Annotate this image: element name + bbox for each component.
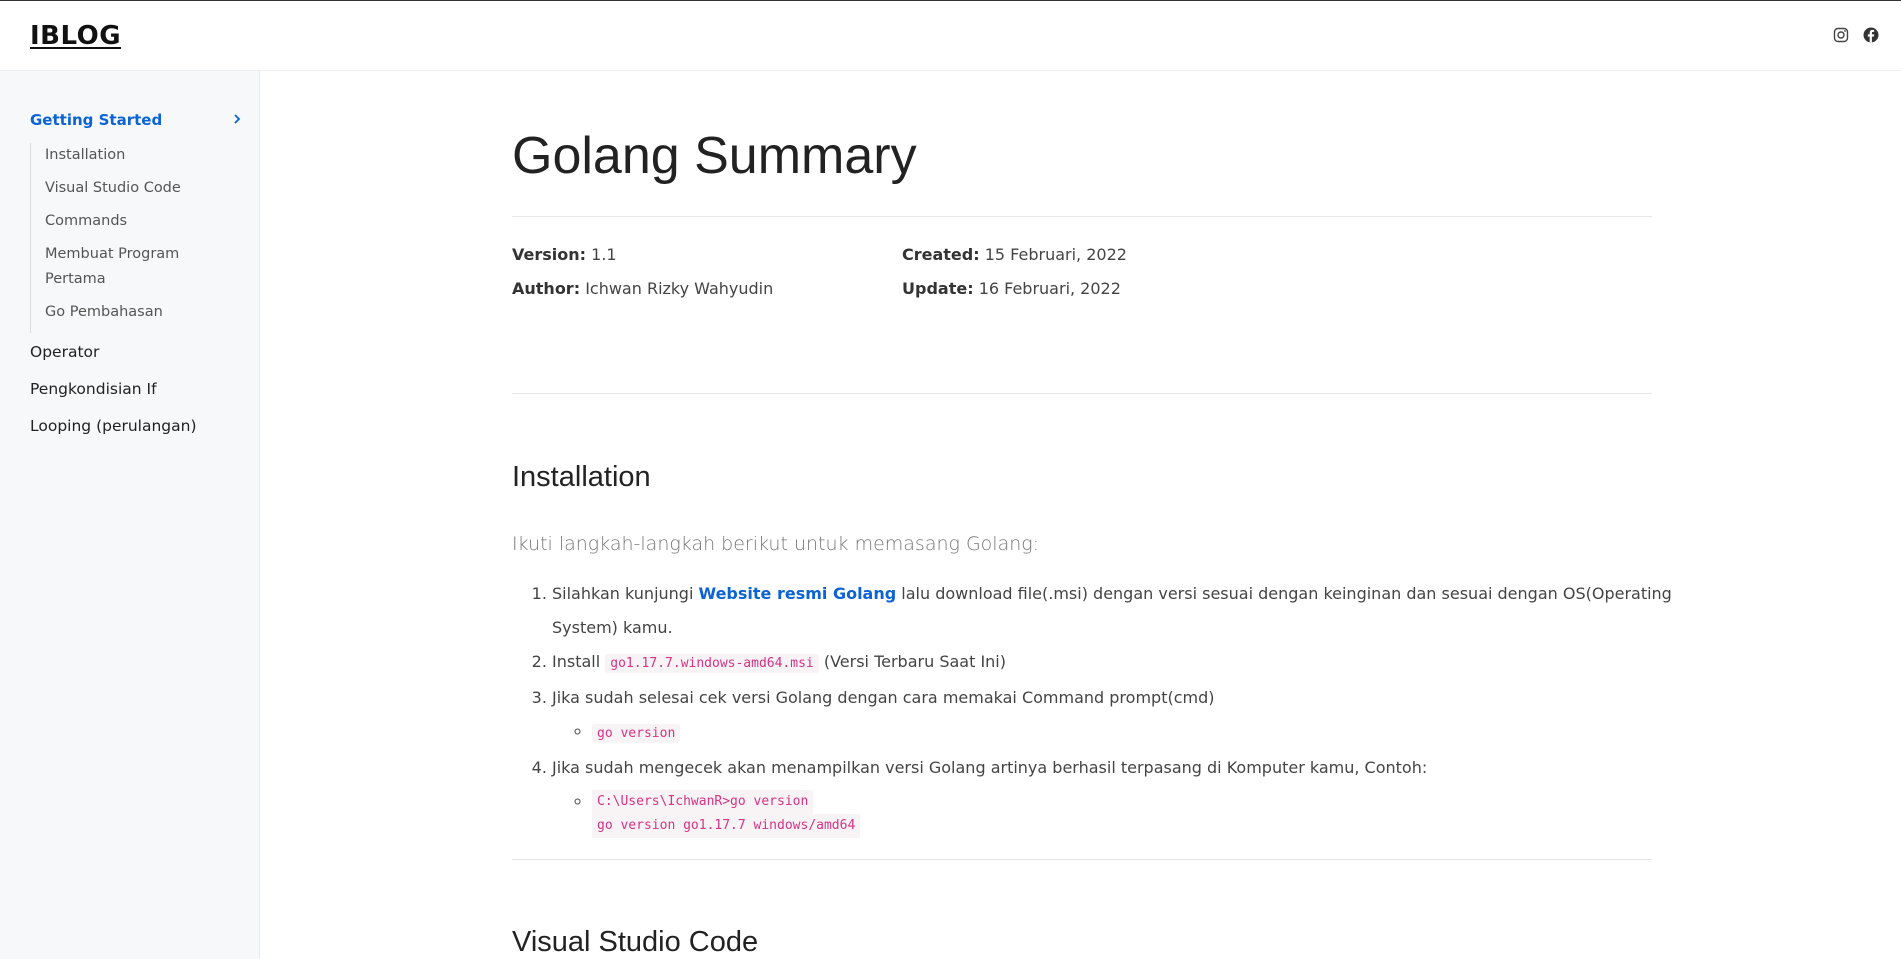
sidebar-group-label: Getting Started [30, 111, 163, 129]
meta-created-value: 15 Februari, 2022 [984, 245, 1127, 264]
meta-created-label: Created: [902, 245, 980, 264]
step-text: Install [552, 652, 606, 671]
meta-update-label: Update: [902, 279, 974, 298]
sidebar-item-installation[interactable]: Installation [45, 143, 230, 168]
sidebar-item-commands[interactable]: Commands [45, 209, 230, 234]
section-heading-visual-studio-code: Visual Studio Code [512, 926, 759, 958]
sub-list: go version [552, 715, 1672, 751]
meta-version-label: Version: [512, 245, 587, 264]
chevron-right-icon [232, 111, 242, 129]
sidebar-group-getting-started[interactable]: Getting Started [30, 111, 242, 129]
sidebar: Getting Started Installation Visual Stud… [0, 71, 260, 959]
inline-code: go1.17.7.windows-amd64.msi [605, 654, 819, 673]
list-item: Install go1.17.7.windows-amd64.msi (Vers… [552, 645, 1672, 681]
code-line: go version go1.17.7 windows/amd64 [592, 814, 861, 838]
top-bar: IBLOG [0, 1, 1901, 71]
sidebar-item-visual-studio-code[interactable]: Visual Studio Code [45, 176, 230, 201]
meta-update-value: 16 Februari, 2022 [978, 279, 1121, 298]
meta-author-value: Ichwan Rizky Wahyudin [585, 279, 774, 298]
installation-steps: Silahkan kunjungi Website resmi Golang l… [512, 577, 1672, 838]
meta-author: Author: Ichwan Rizky Wahyudin [512, 279, 773, 298]
sidebar-item-go-pembahasan[interactable]: Go Pembahasan [45, 300, 230, 325]
section-heading-installation: Installation [512, 461, 651, 493]
meta-author-label: Author: [512, 279, 581, 298]
step-text: (Versi Terbaru Saat Ini) [818, 652, 1006, 671]
list-item: Silahkan kunjungi Website resmi Golang l… [552, 577, 1672, 645]
list-item: Jika sudah selesai cek versi Golang deng… [552, 681, 1672, 751]
code-example: C:\Users\IchwanR>go version go version g… [592, 785, 861, 838]
step-text: Silahkan kunjungi [552, 584, 699, 603]
step-text: Jika sudah mengecek akan menampilkan ver… [552, 758, 1428, 777]
instagram-icon[interactable] [1833, 27, 1849, 43]
meta-update: Update: 16 Februari, 2022 [902, 279, 1121, 298]
step-text: Jika sudah selesai cek versi Golang deng… [552, 688, 1215, 707]
divider [512, 393, 1652, 394]
divider [512, 859, 1652, 860]
section-lead: Ikuti langkah-langkah berikut untuk mema… [512, 533, 1040, 555]
page-title: Golang Summary [512, 127, 917, 185]
sidebar-item-pengkondisian-if[interactable]: Pengkondisian If [30, 380, 157, 398]
list-item: Jika sudah mengecek akan menampilkan ver… [552, 751, 1672, 838]
sidebar-item-looping[interactable]: Looping (perulangan) [30, 417, 197, 435]
meta-version: Version: 1.1 [512, 245, 617, 264]
list-item: C:\Users\IchwanR>go version go version g… [592, 785, 1672, 838]
sidebar-subnav: Installation Visual Studio Code Commands… [30, 143, 230, 333]
list-item: go version [592, 715, 1672, 751]
brand-logo[interactable]: IBLOG [30, 21, 121, 51]
inline-code: go version [592, 724, 681, 743]
social-links [1833, 27, 1879, 43]
sidebar-item-membuat-program-pertama[interactable]: Membuat Program Pertama [45, 242, 230, 292]
meta-version-value: 1.1 [591, 245, 617, 264]
divider [512, 216, 1652, 217]
meta-created: Created: 15 Februari, 2022 [902, 245, 1127, 264]
sub-list: C:\Users\IchwanR>go version go version g… [552, 785, 1672, 838]
code-line: C:\Users\IchwanR>go version [592, 790, 814, 814]
golang-website-link[interactable]: Website resmi Golang [698, 584, 896, 603]
facebook-icon[interactable] [1863, 27, 1879, 43]
sidebar-item-operator[interactable]: Operator [30, 343, 99, 361]
